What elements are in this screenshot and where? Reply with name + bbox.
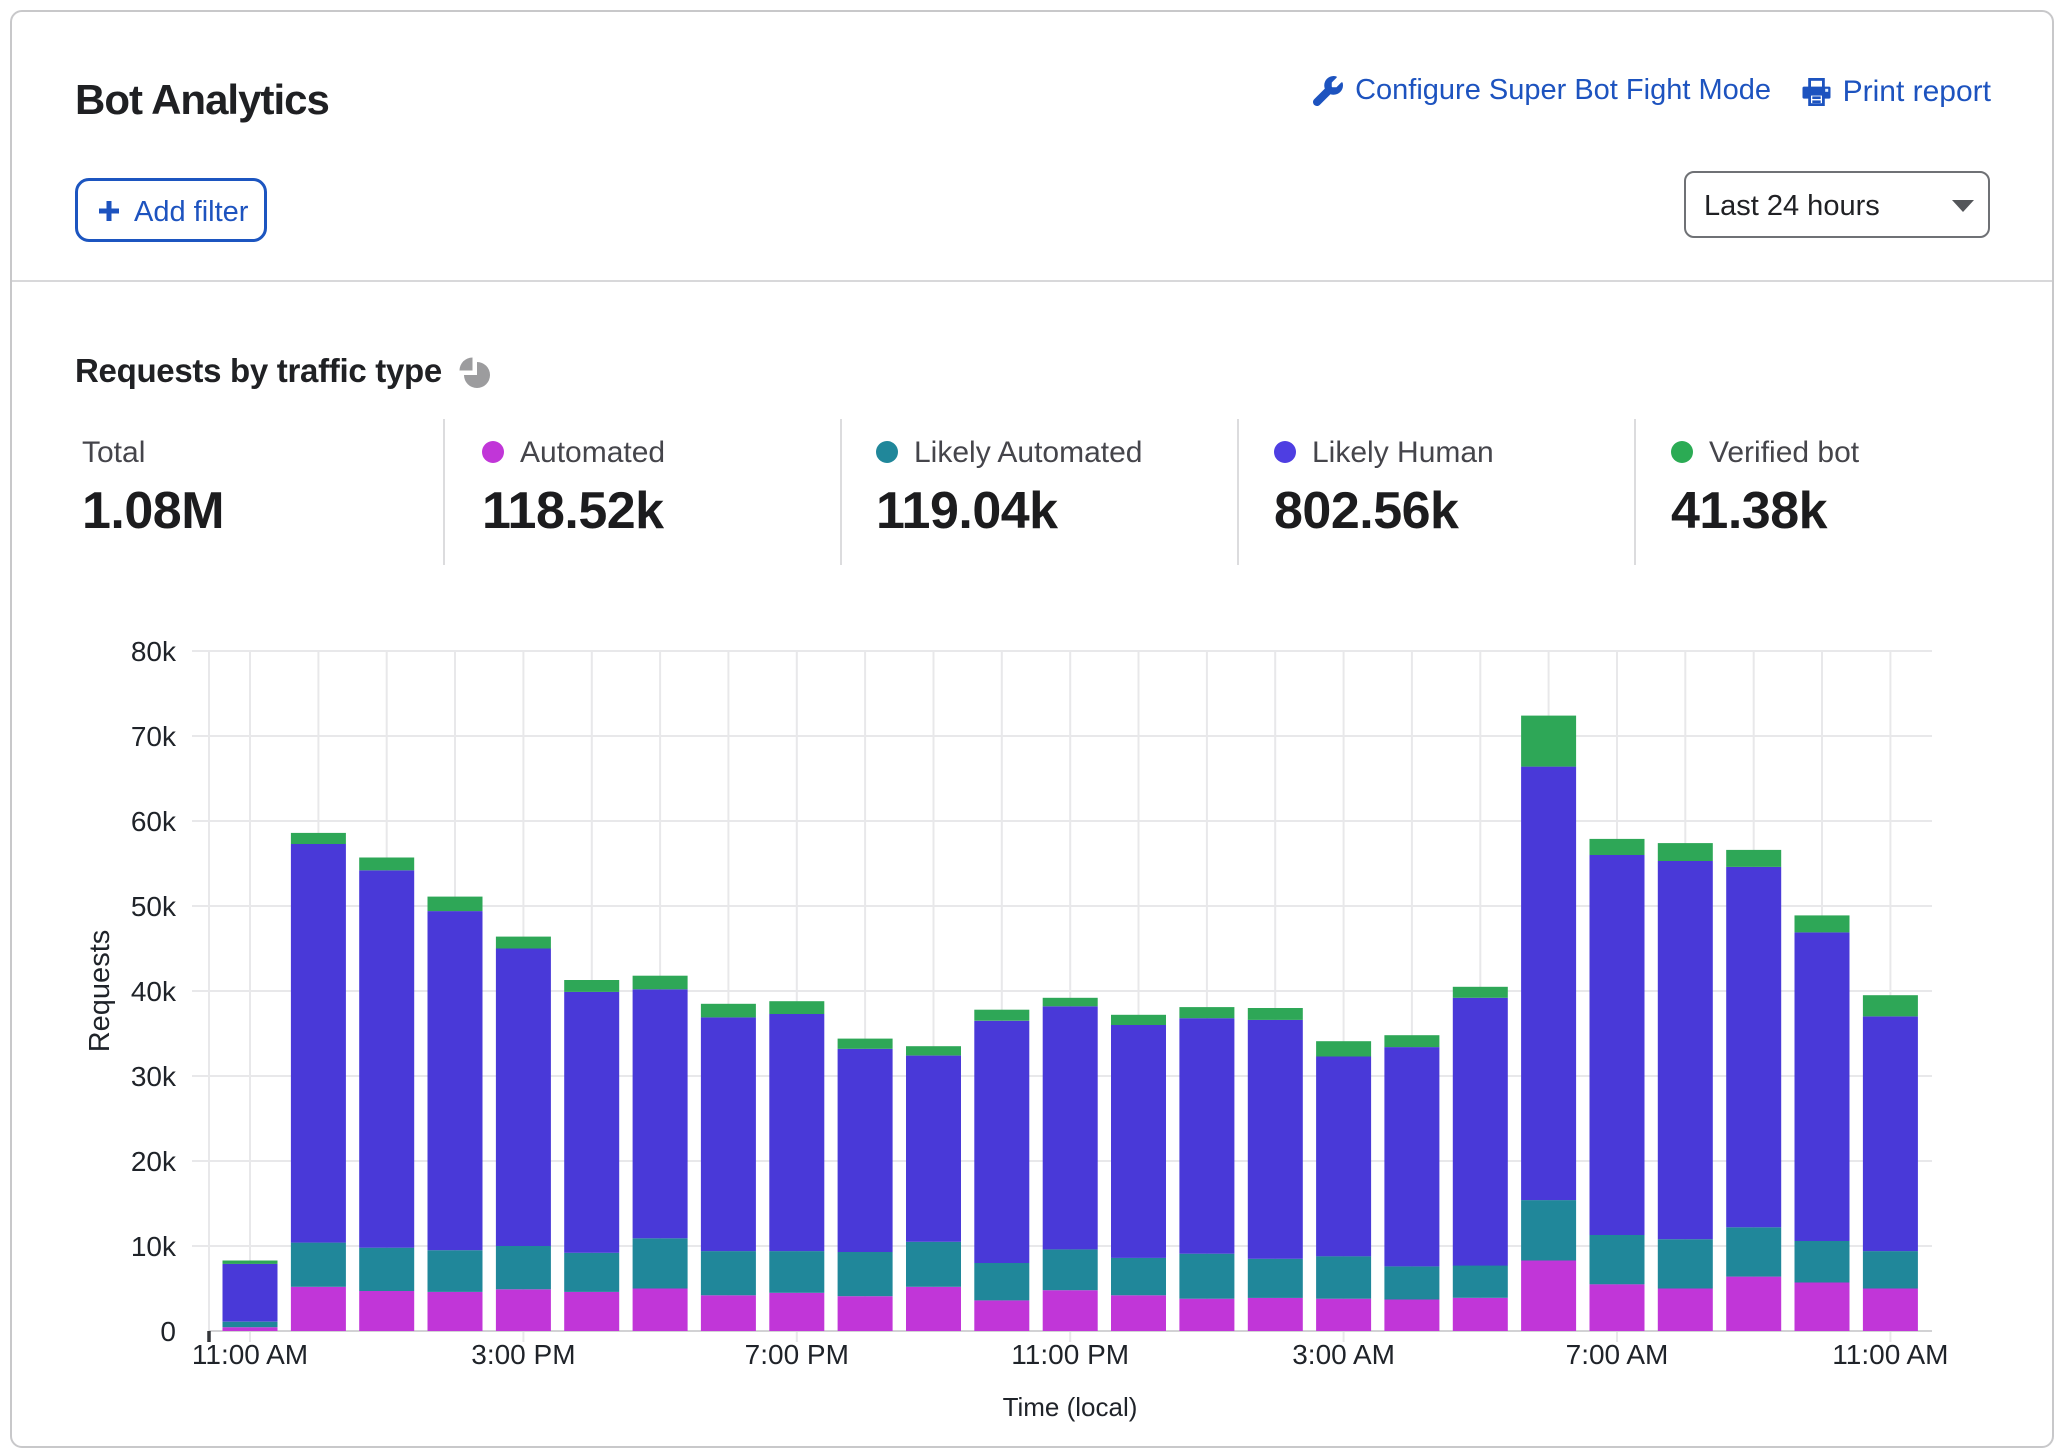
svg-text:3:00 AM: 3:00 AM xyxy=(1292,1339,1395,1370)
svg-text:11:00 AM: 11:00 AM xyxy=(1832,1339,1948,1370)
svg-text:3:00 PM: 3:00 PM xyxy=(471,1339,575,1370)
svg-text:11:00 AM: 11:00 AM xyxy=(192,1339,308,1370)
svg-text:0: 0 xyxy=(160,1316,176,1347)
svg-text:30k: 30k xyxy=(131,1061,177,1092)
svg-text:Time (local): Time (local) xyxy=(1003,1392,1138,1422)
svg-text:7:00 AM: 7:00 AM xyxy=(1566,1339,1669,1370)
svg-text:50k: 50k xyxy=(131,891,177,922)
svg-text:10k: 10k xyxy=(131,1231,177,1262)
svg-text:Requests: Requests xyxy=(84,930,116,1053)
svg-text:80k: 80k xyxy=(131,636,177,667)
svg-text:7:00 PM: 7:00 PM xyxy=(745,1339,849,1370)
svg-text:40k: 40k xyxy=(131,976,177,1007)
svg-text:20k: 20k xyxy=(131,1146,177,1177)
svg-text:11:00 PM: 11:00 PM xyxy=(1011,1339,1129,1370)
svg-text:60k: 60k xyxy=(131,806,177,837)
svg-text:70k: 70k xyxy=(131,721,177,752)
